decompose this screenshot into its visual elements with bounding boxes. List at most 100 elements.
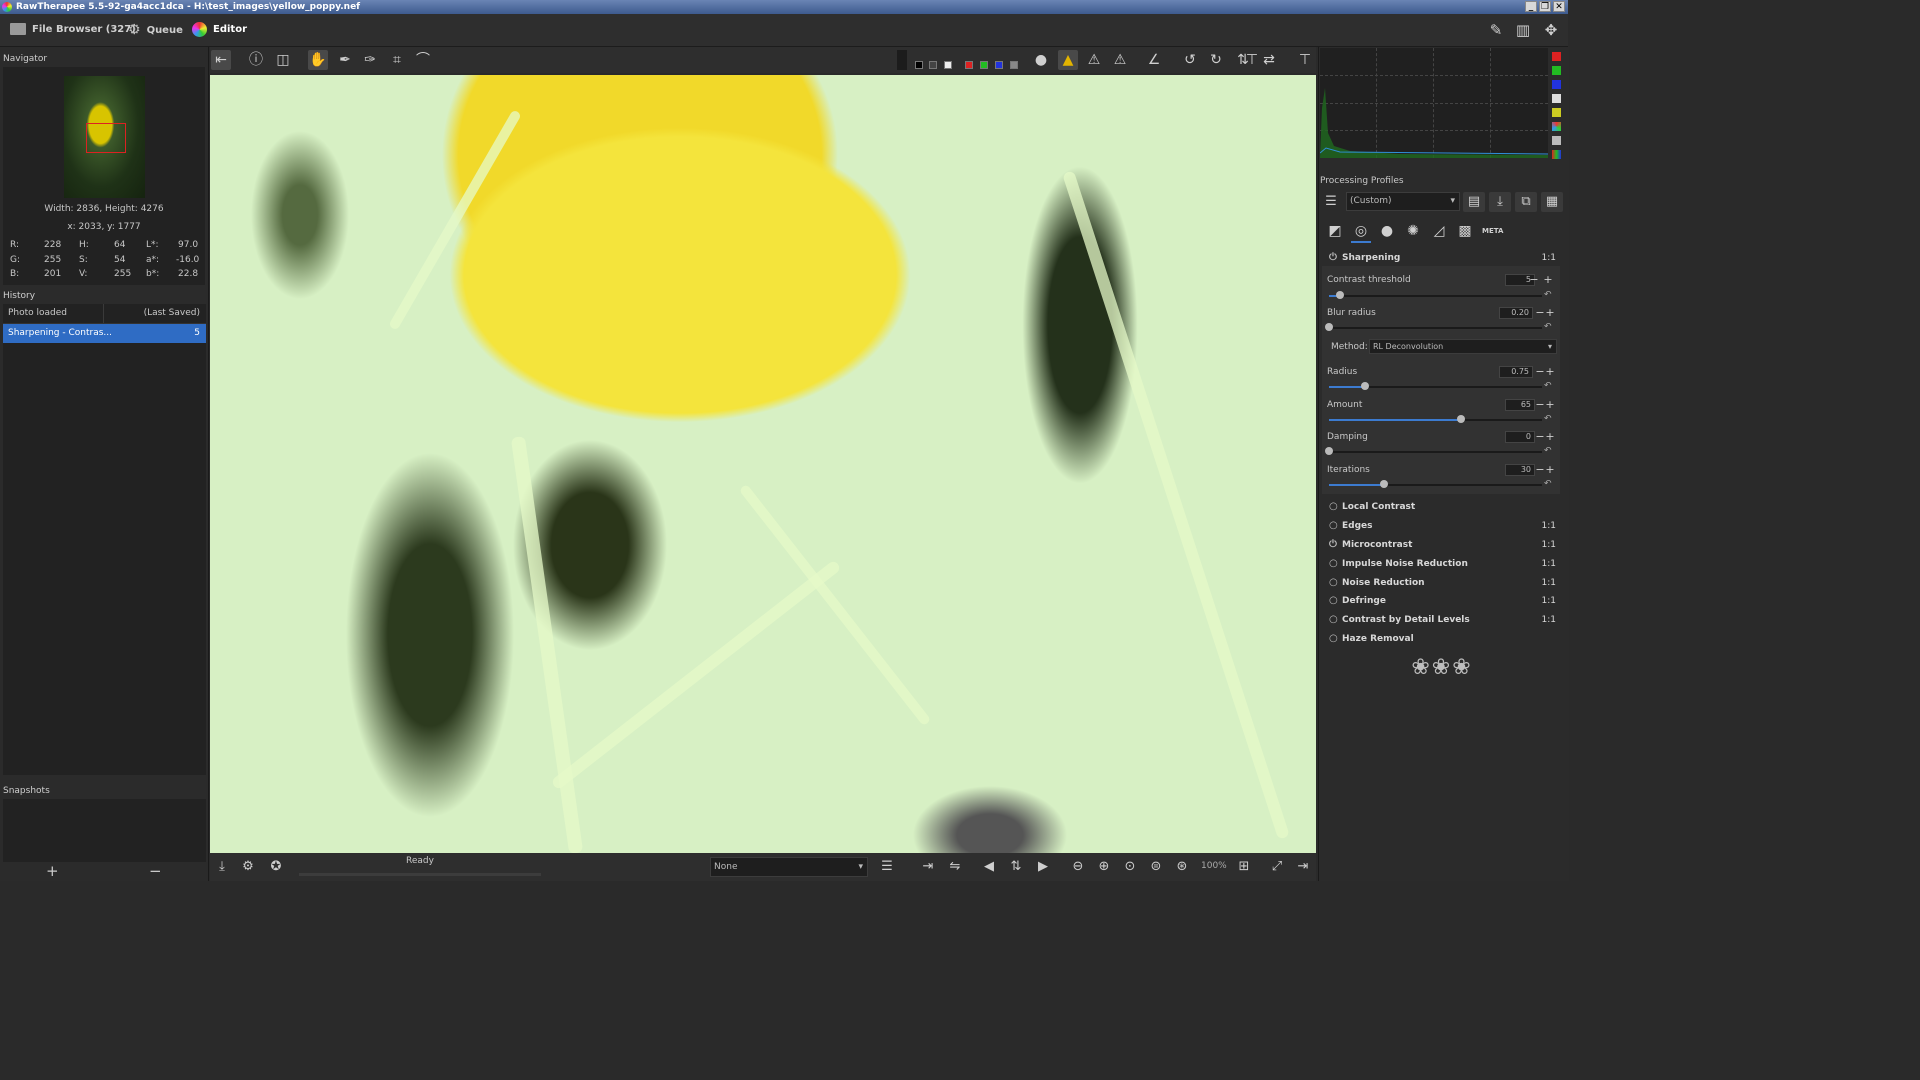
color-picker-icon[interactable]: ✒ [335,50,355,70]
hide-right-panel-icon[interactable]: ⇥ [1294,858,1312,876]
preview-background-icon[interactable] [897,50,907,70]
rotate-right-icon[interactable]: ↻ [1206,50,1226,70]
reset-icon[interactable]: ↶ [1544,446,1552,456]
channel-red-swatch[interactable] [965,61,973,69]
power-off-icon[interactable]: ○ [1329,611,1338,629]
zoom-in-icon[interactable]: ⊕ [1095,858,1113,876]
fullscreen-toggle-icon[interactable]: ⤢ [1268,858,1286,876]
tool-microcontrast[interactable]: ⏻ Microcontrast 1:1 [1322,536,1560,554]
blur-radius-minus[interactable]: − [1535,307,1545,319]
history-row[interactable]: Photo loaded (Last Saved) [3,304,206,324]
reset-icon[interactable]: ↶ [1544,290,1552,300]
iterations-slider[interactable] [1329,480,1542,488]
rotate-left-icon[interactable]: ↺ [1180,50,1200,70]
amount-slider[interactable] [1329,415,1542,423]
hist-blue-toggle[interactable] [1552,80,1561,89]
contrast-threshold-slider[interactable] [1329,291,1542,299]
power-icon[interactable]: ⏻ [1329,536,1337,554]
power-off-icon[interactable]: ○ [1329,592,1338,610]
power-off-icon[interactable]: ○ [1329,574,1338,592]
damping-slider[interactable] [1325,447,1542,455]
method-combo[interactable]: RL Deconvolution ▾ [1369,339,1557,354]
pin-toolbar-icon[interactable]: ⊤ [1295,50,1315,70]
color-tab-icon[interactable]: ● [1377,221,1397,241]
next-image-arrow-icon[interactable]: ⇥ [919,858,937,876]
damping-value[interactable]: 0 [1505,431,1535,443]
add-snapshot-button[interactable]: + [46,862,59,880]
clipped-shadows-icon[interactable]: ⚠ [1084,50,1104,70]
iterations-minus[interactable]: − [1535,464,1545,476]
zoom-crop-fit-icon[interactable]: ⊜ [1147,858,1165,876]
tab-editor[interactable]: Editor [192,21,247,39]
contrast-threshold-plus[interactable]: + [1543,274,1553,286]
channel-luminance-swatch[interactable] [1010,61,1018,69]
slider-knob[interactable] [1325,447,1333,455]
zoom-fit-icon[interactable]: ⊙ [1121,858,1139,876]
panel-layout-icon[interactable]: ▥ [1514,21,1532,39]
reset-icon[interactable]: ↶ [1544,479,1552,489]
navigator-viewport-rect[interactable] [86,123,126,153]
clipped-highlights-icon[interactable]: ⚠ [1110,50,1130,70]
tool-contrast-by-detail-levels[interactable]: ○ Contrast by Detail Levels 1:1 [1322,611,1560,629]
profile-filter-combo[interactable]: None ▾ [710,857,868,877]
minimize-button[interactable]: _ [1525,1,1537,12]
processing-profile-combo[interactable]: (Custom) ▾ [1346,192,1460,211]
channel-blue-swatch[interactable] [995,61,1003,69]
advanced-tab-icon[interactable]: ✺ [1403,221,1423,241]
slider-knob[interactable] [1457,415,1466,423]
maximize-button[interactable]: ❐ [1539,1,1551,12]
damping-plus[interactable]: + [1545,431,1555,443]
tool-impulse-noise-reduction[interactable]: ○ Impulse Noise Reduction 1:1 [1322,555,1560,573]
hist-luminance-toggle[interactable] [1552,94,1561,103]
slider-knob[interactable] [1325,323,1333,331]
slider-knob[interactable] [1335,291,1344,299]
reset-icon[interactable]: ↶ [1544,322,1552,332]
blur-radius-value[interactable]: 0.20 [1499,307,1533,319]
iterations-plus[interactable]: + [1545,464,1555,476]
reset-icon[interactable]: ↶ [1544,381,1552,391]
hist-chroma-toggle[interactable] [1552,108,1561,117]
remove-snapshot-button[interactable]: − [149,862,162,880]
tab-queue[interactable]: ⚙ Queue [128,21,183,39]
new-detail-window-icon[interactable]: ⊞ [1235,858,1253,876]
send-to-external-editor-icon[interactable]: ✪ [267,858,285,876]
power-off-icon[interactable]: ○ [1329,498,1338,516]
power-off-icon[interactable]: ○ [1329,630,1338,648]
metadata-tab[interactable]: META [1482,221,1503,241]
save-image-icon[interactable]: ⤓ [213,858,231,876]
hand-tool-icon[interactable]: ✋ [308,50,328,70]
tool-local-contrast[interactable]: ○ Local Contrast [1322,498,1560,516]
blur-radius-slider[interactable] [1325,323,1542,331]
before-after-icon[interactable]: ◫ [273,50,293,70]
zoom-out-icon[interactable]: ⊖ [1069,858,1087,876]
tool-edges[interactable]: ○ Edges 1:1 [1322,517,1560,535]
straighten-icon[interactable]: ⌒ [413,50,433,70]
reset-icon[interactable]: ↶ [1544,414,1552,424]
warning-highlight-icon[interactable]: ▲ [1058,50,1078,70]
sync-thumbnails-icon[interactable]: ⇅ [1007,858,1025,876]
exposure-tab-icon[interactable]: ◩ [1325,221,1345,241]
image-preview[interactable] [210,75,1316,853]
damping-minus[interactable]: − [1535,431,1545,443]
bg-white-swatch[interactable] [944,61,952,69]
radius-plus[interactable]: + [1545,366,1555,378]
power-icon[interactable]: ⏻ [1329,249,1337,267]
amount-minus[interactable]: − [1535,399,1545,411]
hist-mode-toggle[interactable] [1552,150,1561,159]
send-to-editor-icon[interactable]: ✎ [1487,21,1505,39]
sharpening-header[interactable]: ⏻ Sharpening 1:1 [1322,249,1560,267]
paste-profile-icon[interactable]: ▦ [1541,192,1563,212]
save-profile-icon[interactable]: ⤓ [1489,192,1511,212]
blur-radius-plus[interactable]: + [1545,307,1555,319]
previous-image-icon[interactable]: ◀ [980,858,998,876]
radius-slider[interactable] [1329,382,1542,390]
tab-file-browser[interactable]: File Browser (327) [10,21,136,39]
transform-tab-icon[interactable]: ◿ [1429,221,1449,241]
open-profile-icon[interactable]: ▤ [1463,192,1485,212]
hist-red-toggle[interactable] [1552,52,1561,61]
flip-vertical-icon[interactable]: ⇅ [1233,50,1253,70]
filter-icon[interactable]: ☰ [878,858,896,876]
radius-minus[interactable]: − [1535,366,1545,378]
close-button[interactable]: ✕ [1553,1,1565,12]
white-balance-picker-icon[interactable]: ✑ [360,50,380,70]
